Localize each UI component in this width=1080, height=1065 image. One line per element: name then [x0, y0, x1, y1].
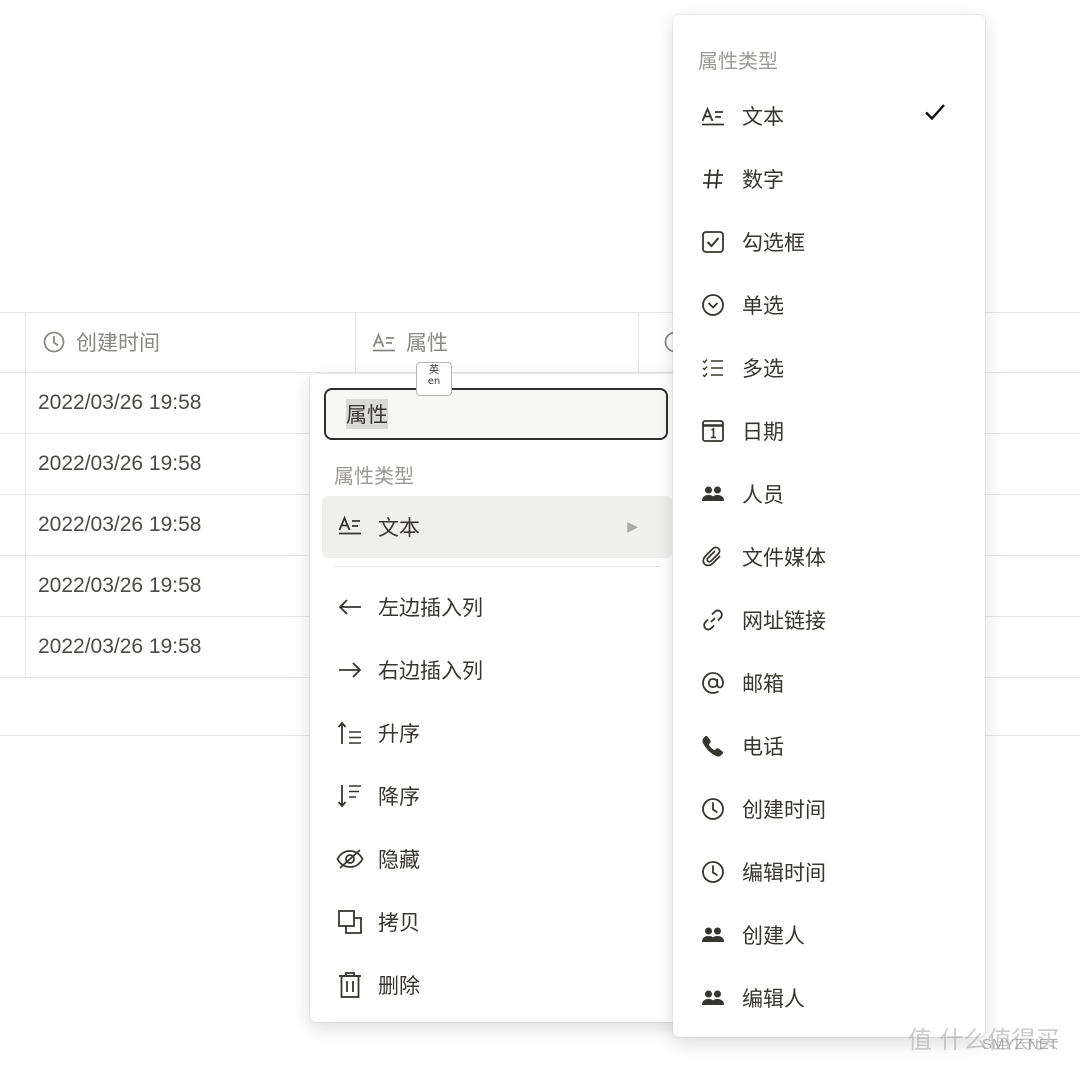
- type-option-label: 数字: [742, 168, 784, 192]
- phone-icon: [699, 732, 727, 760]
- type-option-label: 文本: [742, 105, 784, 129]
- menu-item-label: 删除: [378, 974, 420, 998]
- type-option-label: 勾选框: [742, 231, 805, 255]
- type-option-label: 编辑时间: [742, 861, 826, 885]
- copy-column-button[interactable]: 拷贝: [310, 892, 682, 952]
- calendar-icon: [699, 417, 727, 445]
- type-option-label: 邮箱: [742, 672, 784, 696]
- sort-descending-icon: [336, 782, 364, 810]
- clock-icon: [699, 795, 727, 823]
- insert-right-button[interactable]: 右边插入列: [310, 640, 682, 700]
- type-option-created-by[interactable]: 创建人: [673, 905, 985, 965]
- menu-divider: [334, 566, 660, 567]
- chevron-circle-icon: [699, 291, 727, 319]
- column-header-label: 创建时间: [76, 331, 160, 355]
- column-divider: [638, 312, 639, 372]
- type-option-person[interactable]: 人员: [673, 464, 985, 524]
- type-option-label: 创建人: [742, 924, 805, 948]
- type-option-multi-select[interactable]: 多选: [673, 338, 985, 398]
- column-divider: [355, 312, 356, 372]
- clock-icon: [699, 858, 727, 886]
- menu-item-label: 左边插入列: [378, 596, 483, 620]
- type-option-label: 人员: [742, 483, 784, 507]
- type-option-date[interactable]: 日期: [673, 401, 985, 461]
- copy-icon: [336, 908, 364, 936]
- hide-column-button[interactable]: 隐藏: [310, 829, 682, 889]
- table-cell-created-time[interactable]: 2022/03/26 19:58: [38, 434, 202, 494]
- ime-badge-top: 英: [429, 365, 439, 376]
- column-header-property[interactable]: 属性: [372, 312, 632, 372]
- column-header-created-time[interactable]: 创建时间: [42, 312, 352, 372]
- watermark-site: SMYZ.NET: [982, 1036, 1058, 1053]
- type-option-label: 网址链接: [742, 609, 826, 633]
- type-option-email[interactable]: 邮箱: [673, 653, 985, 713]
- type-option-edited-by[interactable]: 编辑人: [673, 968, 985, 1028]
- type-option-text[interactable]: 文本: [673, 86, 985, 146]
- type-option-created-time[interactable]: 创建时间: [673, 779, 985, 839]
- column-header-label: 属性: [406, 331, 448, 355]
- people-icon: [699, 921, 727, 949]
- trash-icon: [336, 971, 364, 999]
- delete-column-button[interactable]: 删除: [310, 955, 682, 1015]
- type-option-phone[interactable]: 电话: [673, 716, 985, 776]
- type-option-label: 多选: [742, 357, 784, 381]
- type-option-checkbox[interactable]: 勾选框: [673, 212, 985, 272]
- menu-item-label: 降序: [378, 785, 420, 809]
- table-cell-created-time[interactable]: 2022/03/26 19:58: [38, 556, 202, 616]
- link-icon: [699, 606, 727, 634]
- type-option-label: 创建时间: [742, 798, 826, 822]
- hash-icon: [699, 165, 727, 193]
- type-option-edited-time[interactable]: 编辑时间: [673, 842, 985, 902]
- property-name-value: 属性: [346, 399, 388, 429]
- sort-ascending-button[interactable]: 升序: [310, 703, 682, 763]
- insert-left-button[interactable]: 左边插入列: [310, 577, 682, 637]
- property-type-menu: 属性类型 文本 数字 勾选框 单选 多选 日期 人员 文件媒体 网址链接 邮箱 …: [673, 15, 985, 1037]
- type-option-single-select[interactable]: 单选: [673, 275, 985, 335]
- eye-off-icon: [336, 845, 364, 873]
- table-cell-created-time[interactable]: 2022/03/26 19:58: [38, 373, 202, 433]
- arrow-right-icon: [336, 656, 364, 684]
- type-option-label: 文件媒体: [742, 546, 826, 570]
- submenu-arrow-icon: ▶: [627, 519, 638, 535]
- ime-badge-bottom: en: [427, 376, 441, 387]
- clock-icon: [42, 330, 66, 354]
- column-property-menu: 属性 英 en 属性类型 文本 ▶ 左边插入列 右边插入列 升序 降序 隐藏 拷…: [310, 362, 682, 1022]
- property-type-section-label: 属性类型: [698, 49, 778, 73]
- checkbox-icon: [699, 228, 727, 256]
- paperclip-icon: [699, 543, 727, 571]
- property-type-section-label: 属性类型: [334, 464, 414, 488]
- type-option-label: 编辑人: [742, 987, 805, 1011]
- text-type-icon: [338, 515, 362, 539]
- type-option-files-media[interactable]: 文件媒体: [673, 527, 985, 587]
- sort-descending-button[interactable]: 降序: [310, 766, 682, 826]
- arrow-left-icon: [336, 593, 364, 621]
- property-name-input[interactable]: 属性: [324, 388, 668, 440]
- property-type-selector[interactable]: 文本 ▶: [322, 496, 672, 558]
- people-icon: [699, 480, 727, 508]
- type-option-number[interactable]: 数字: [673, 149, 985, 209]
- table-cell-created-time[interactable]: 2022/03/26 19:58: [38, 495, 202, 555]
- menu-item-label: 拷贝: [378, 911, 420, 935]
- sort-ascending-icon: [336, 719, 364, 747]
- type-option-label: 单选: [742, 294, 784, 318]
- column-divider: [25, 312, 26, 677]
- menu-item-label: 隐藏: [378, 848, 420, 872]
- menu-item-label: 升序: [378, 722, 420, 746]
- menu-item-label: 右边插入列: [378, 659, 483, 683]
- table-cell-created-time[interactable]: 2022/03/26 19:58: [38, 617, 202, 677]
- at-icon: [699, 669, 727, 697]
- list-icon: [699, 354, 727, 382]
- text-type-icon: [372, 330, 396, 354]
- checkmark-icon: [925, 104, 945, 121]
- text-type-icon: [699, 102, 727, 130]
- ime-toggle-badge[interactable]: 英 en: [416, 362, 452, 396]
- type-option-url[interactable]: 网址链接: [673, 590, 985, 650]
- people-icon: [699, 984, 727, 1012]
- property-type-label: 文本: [378, 516, 420, 540]
- type-option-label: 电话: [742, 735, 784, 759]
- type-option-label: 日期: [742, 420, 784, 444]
